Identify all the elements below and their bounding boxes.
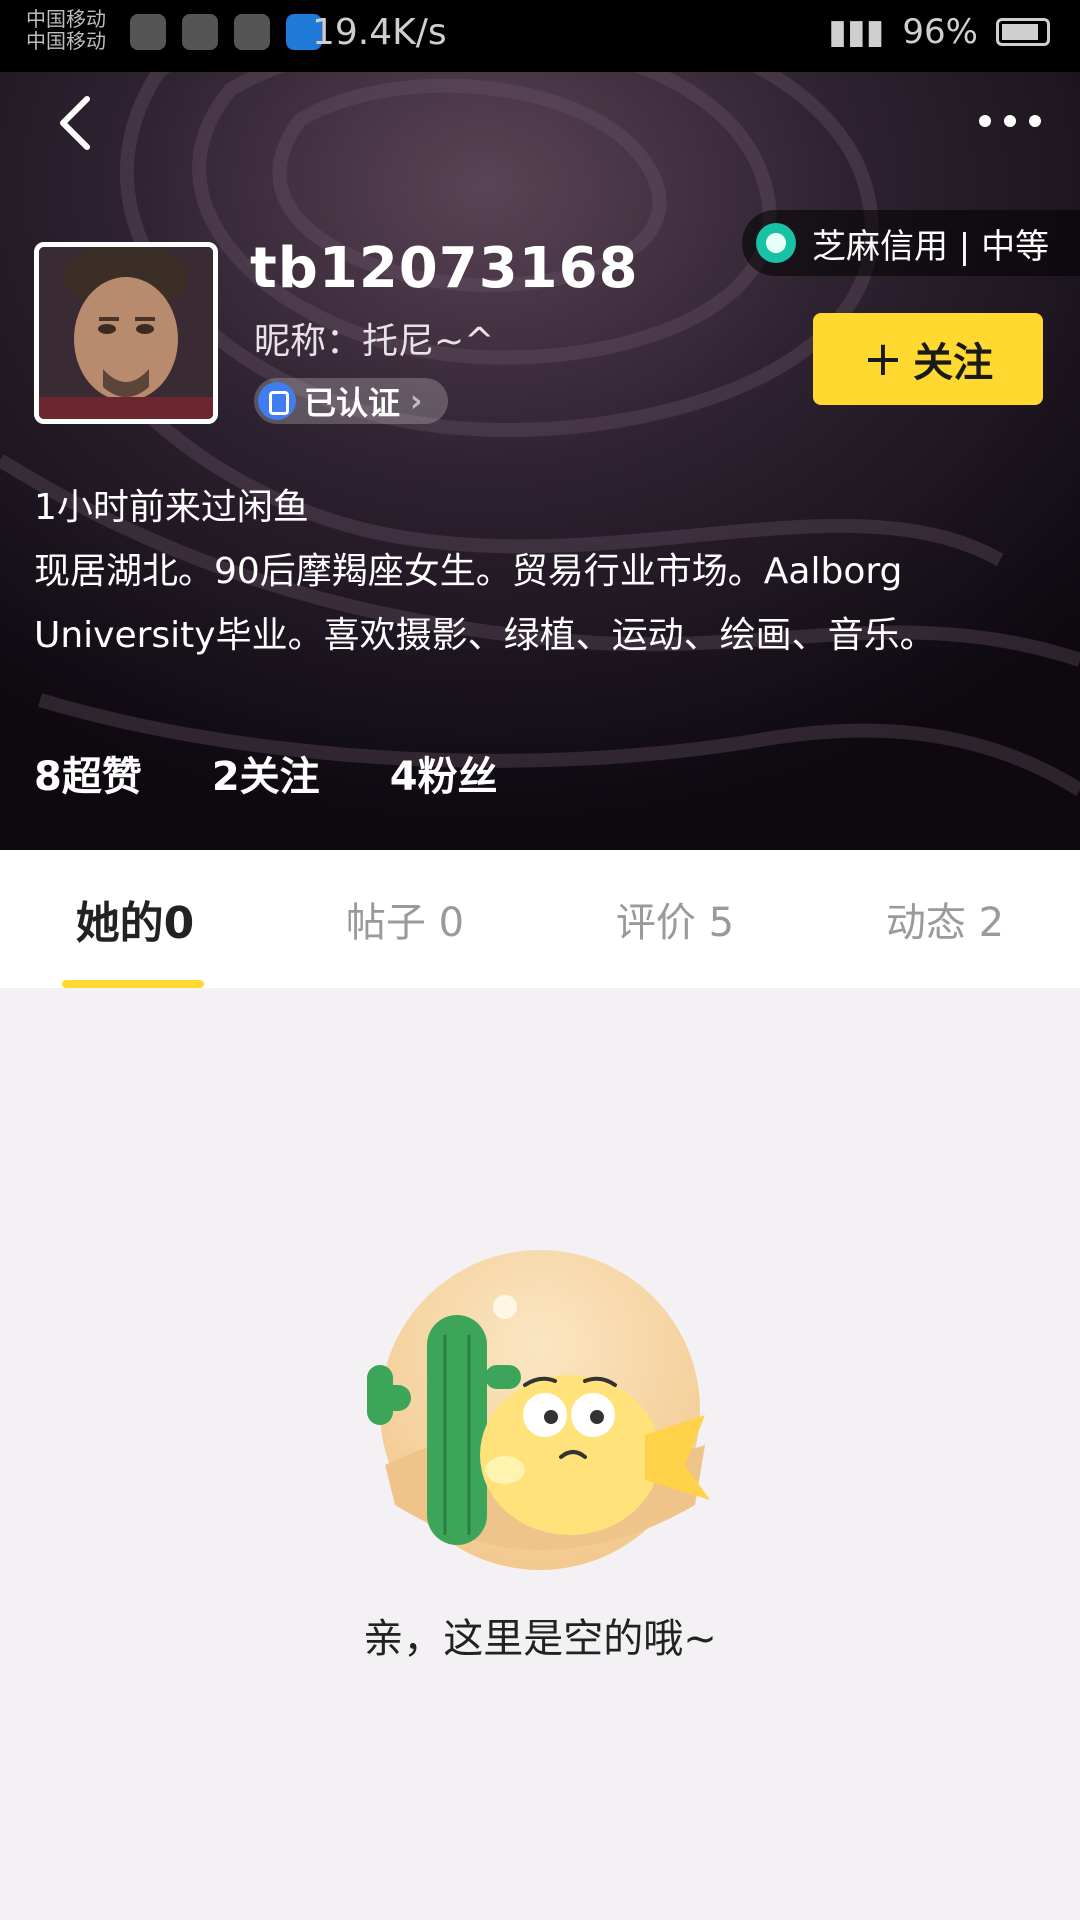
qq-icon: [182, 14, 218, 50]
tab-hers[interactable]: 她的0: [0, 850, 270, 988]
plus-icon: +: [862, 331, 904, 387]
status-app-icons: [130, 14, 322, 50]
battery-percent: 96%: [902, 12, 978, 52]
app-notification-icon: [130, 14, 166, 50]
profile-tabs: 她的0 帖子 0 评价 5 动态 2: [0, 850, 1080, 988]
stat-followers[interactable]: 4粉丝: [390, 744, 498, 802]
more-button[interactable]: [970, 96, 1050, 146]
active-tab-indicator: [62, 980, 204, 988]
empty-state-illustration: [367, 1250, 710, 1570]
carrier-label: 中国移动 中国移动: [26, 8, 106, 52]
empty-state-message: 亲，这里是空的哦~: [363, 1616, 717, 1662]
chevron-right-icon: ›: [410, 383, 423, 419]
status-indicators: ▮▮▮ 96%: [828, 12, 1050, 52]
more-dots-icon: [979, 115, 1041, 127]
stats-row: 8超赞 2关注 4粉丝: [34, 744, 498, 802]
network-speed: 19.4K/s: [312, 12, 447, 53]
carrier-line-1: 中国移动: [26, 7, 106, 31]
tab-reviews[interactable]: 评价 5: [540, 850, 810, 988]
header-background: [0, 0, 1080, 850]
chevron-left-icon: [60, 96, 90, 150]
sesame-credit-icon: [756, 223, 796, 263]
tab-activity[interactable]: 动态 2: [810, 850, 1080, 988]
bio-text: 现居湖北。90后摩羯座女生。贸易行业市场。Aalborg University毕…: [34, 551, 936, 656]
status-bar: 中国移动 中国移动 19.4K/s ▮▮▮ 96%: [0, 0, 1080, 72]
stat-likes[interactable]: 8超赞: [34, 744, 142, 802]
last-seen-text: 1小时前来过闲鱼: [34, 487, 309, 528]
stat-following[interactable]: 2关注: [212, 744, 320, 802]
verified-badge[interactable]: 已认证 ›: [254, 378, 449, 424]
nickname: 昵称：托尼~^: [254, 321, 495, 362]
back-button[interactable]: [40, 88, 110, 158]
signal-icon: ▮▮▮: [828, 12, 885, 52]
profile-header: 芝麻信用 | 中等 tb12073168 昵称：托尼~^ 已认证 › + 关注 …: [0, 0, 1080, 850]
battery-icon: [996, 18, 1050, 46]
avatar[interactable]: [34, 242, 218, 424]
follow-label: 关注: [913, 340, 994, 386]
verified-label: 已认证: [304, 384, 401, 422]
wechat-icon: [234, 14, 270, 50]
follow-button[interactable]: + 关注: [813, 313, 1043, 405]
username: tb12073168: [250, 236, 639, 301]
credit-label: 芝麻信用 | 中等: [812, 226, 1050, 267]
credit-badge[interactable]: 芝麻信用 | 中等: [742, 210, 1080, 276]
tab-posts[interactable]: 帖子 0: [270, 850, 540, 988]
carrier-line-2: 中国移动: [26, 29, 106, 53]
verified-icon: [258, 382, 296, 420]
avatar-portrait: [39, 247, 213, 419]
